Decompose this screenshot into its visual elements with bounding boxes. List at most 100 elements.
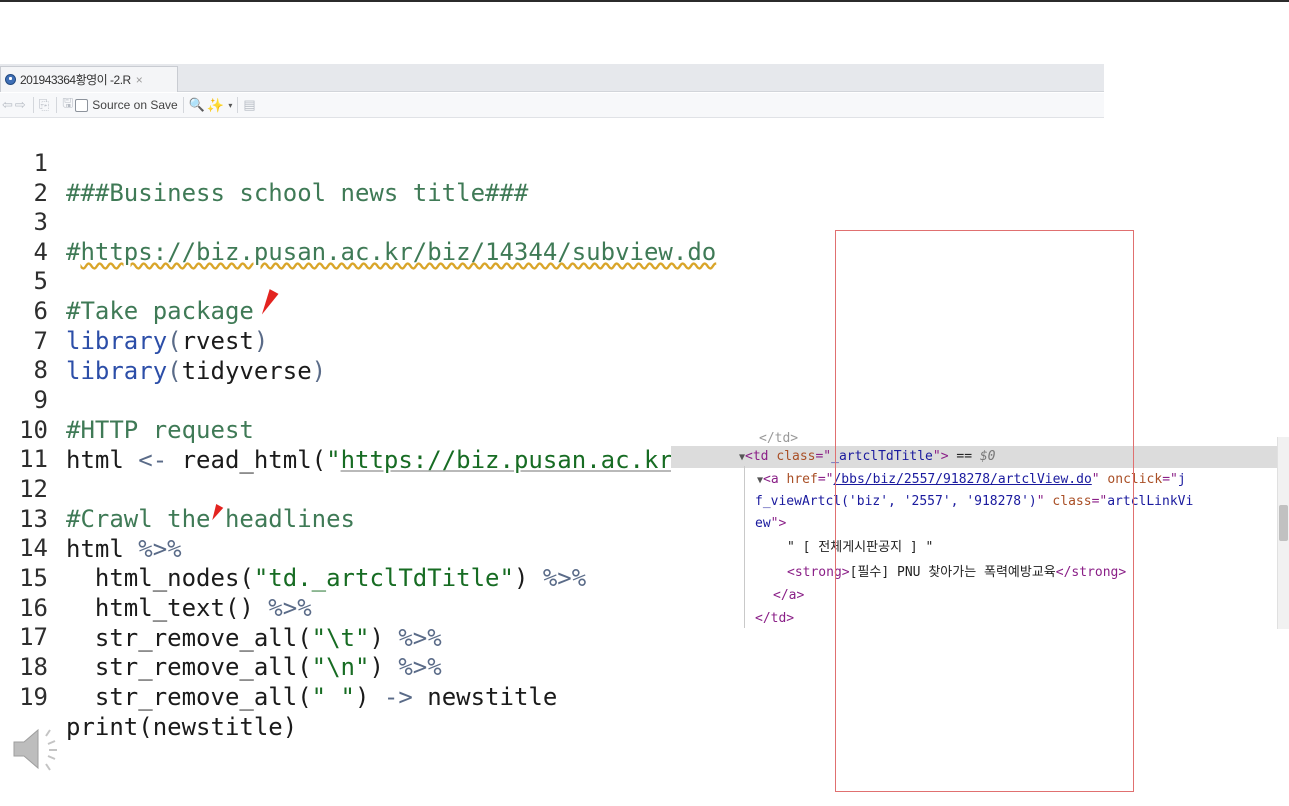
attr-name: href [786, 472, 818, 487]
code-text: ###Business school news title### [66, 179, 529, 207]
function-call: str_remove_all( [66, 653, 312, 681]
code-text: print(newstitle) [66, 713, 298, 741]
function-call: read_html( [167, 446, 327, 474]
close-icon[interactable]: × [136, 73, 143, 87]
code-text: #HTTP request [66, 416, 254, 444]
back-arrow-icon[interactable]: ⇦ [2, 96, 13, 114]
code-line: 14 html_nodes("td._artclTdTitle") %>% [0, 503, 586, 592]
show-in-window-icon[interactable]: ⎘ [39, 96, 49, 114]
function-name: library [66, 357, 168, 385]
string-quote: " [326, 446, 341, 474]
paren: ( [167, 357, 182, 385]
dom-node-close[interactable]: </a> [773, 586, 804, 606]
line-number: 19 [19, 683, 48, 711]
assign-operator: -> [383, 683, 413, 711]
code-line: 4 [0, 207, 58, 266]
function-call: html_nodes( [66, 564, 254, 592]
toolbar-divider [32, 97, 34, 113]
chevron-down-icon[interactable]: ▾ [228, 101, 232, 110]
attr-name: class [776, 449, 816, 464]
tag: </a> [773, 588, 805, 603]
code-line: 8 [0, 325, 58, 384]
editor-tab[interactable]: 201943364황영이 -2.R × [0, 66, 178, 92]
paren: ) [311, 357, 327, 385]
code-line: 1 ###Business school news title### [0, 118, 529, 207]
dom-node-a-cont: ew"> [755, 514, 786, 534]
function-call: html_text() [66, 594, 269, 622]
devtools-scrollbar[interactable] [1277, 437, 1289, 629]
toolbar-divider [56, 97, 58, 113]
code-text: library(rvest) [66, 326, 268, 356]
string: " " [311, 683, 355, 711]
toolbar-divider [237, 97, 239, 113]
pipe-operator: %>% [398, 624, 442, 652]
code-line: 11 [0, 414, 58, 473]
code-line: 18 str_remove_all(" ") -> newstitle [0, 622, 557, 711]
function-name: library [66, 327, 168, 355]
paren: ) [513, 564, 543, 592]
code-text: html_text() %>% [66, 593, 312, 623]
code-line: 13 html %>% [0, 474, 182, 563]
code-text: library(tidyverse) [66, 356, 326, 386]
tag: "> [770, 516, 787, 531]
code-text: #https://biz.pusan.ac.kr/biz/14344/subvi… [66, 237, 716, 267]
source-on-save-checkbox[interactable] [75, 98, 89, 112]
comment-hash: # [66, 238, 81, 266]
pipe-operator: %>% [542, 564, 587, 592]
devtools-tree-guide [744, 466, 745, 628]
pipe-operator: %>% [138, 535, 182, 563]
code-line: 3 #https://biz.pusan.ac.kr/biz/14344/sub… [0, 177, 717, 266]
string: "td._artclTdTitle" [253, 564, 514, 592]
tag: </td> [755, 611, 795, 626]
speaker-icon[interactable] [12, 722, 72, 776]
forward-arrow-icon[interactable]: ⇨ [15, 96, 26, 114]
r-file-icon [5, 74, 16, 85]
tag: =" [817, 472, 834, 487]
function-call: str_remove_all( [66, 683, 312, 711]
code-line: 7 library(tidyverse) [0, 296, 327, 385]
top-border [0, 0, 1289, 2]
paren: ) [355, 683, 384, 711]
tag: =" [1162, 472, 1178, 487]
paren: ) [253, 327, 269, 355]
code-text: #Take package [66, 297, 254, 325]
paren: ( [167, 327, 182, 355]
variable: newstitle [412, 683, 558, 711]
tab-filename: 201943364황영이 -2.R [20, 73, 131, 87]
code-line: 10 html <- read_html("https://biz.pusan.… [0, 385, 1005, 474]
code-line: 12 #Crawl the headlines [0, 444, 355, 533]
code-text: str_remove_all("\n") %>% [66, 652, 442, 682]
source-on-save-label: Source on Save [92, 98, 178, 112]
annotation-rectangle [835, 230, 1134, 792]
code-line: 16 str_remove_all("\t") %>% [0, 563, 442, 652]
scrollbar-thumb[interactable] [1279, 505, 1288, 541]
string: "\t" [311, 624, 370, 652]
dom-node-close[interactable]: </td> [755, 609, 794, 629]
code-tools-wand-icon[interactable]: ✨ [207, 96, 224, 114]
code-text: str_remove_all(" ") -> newstitle [66, 682, 557, 712]
editor-toolbar: ⇦ ⇨ ⎘ 🖫 Source on Save 🔍 ✨ ▾ ▤ [0, 93, 1104, 118]
argument: tidyverse [181, 357, 312, 385]
outline-icon[interactable]: ▤ [243, 96, 255, 114]
tag: <a [763, 472, 787, 487]
code-line: 15 html_text() %>% [0, 533, 312, 622]
search-icon[interactable]: 🔍 [189, 96, 205, 114]
tag: =" [815, 449, 832, 464]
code-text: str_remove_all("\t") %>% [66, 623, 442, 653]
variable: html [66, 535, 139, 563]
attr-value: j [1177, 472, 1186, 487]
code-line: 9 #HTTP request [0, 355, 254, 444]
code-line: 19 print(newstitle) [0, 652, 297, 741]
paren: ) [369, 624, 399, 652]
argument: rvest [181, 327, 254, 355]
attr-value: ew [755, 516, 771, 531]
variable: html [66, 446, 139, 474]
function-call: str_remove_all( [66, 624, 312, 652]
code-line: 5 #Take package [0, 236, 254, 325]
comment-url: https://biz.pusan.ac.kr/biz/14344/subvie… [80, 238, 717, 266]
code-text: html_nodes("td._artclTdTitle") %>% [66, 563, 586, 593]
code-line: 17 str_remove_all("\n") %>% [0, 592, 442, 681]
save-icon[interactable]: 🖫 [62, 95, 73, 114]
operator: <- [138, 446, 168, 474]
toolbar-divider [182, 97, 184, 113]
